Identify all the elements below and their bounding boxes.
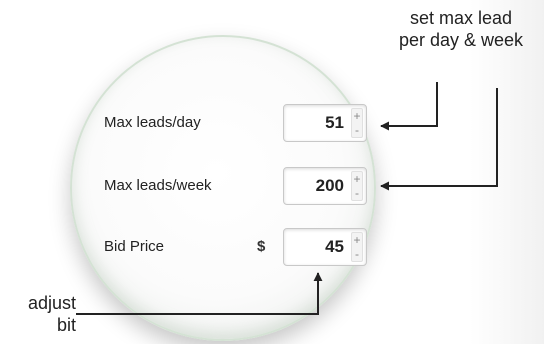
arrow-to-day-field [380, 82, 438, 131]
arrow-to-week-field [380, 88, 498, 191]
callout-arrows [76, 82, 498, 315]
arrow-to-bid-field [76, 272, 323, 315]
